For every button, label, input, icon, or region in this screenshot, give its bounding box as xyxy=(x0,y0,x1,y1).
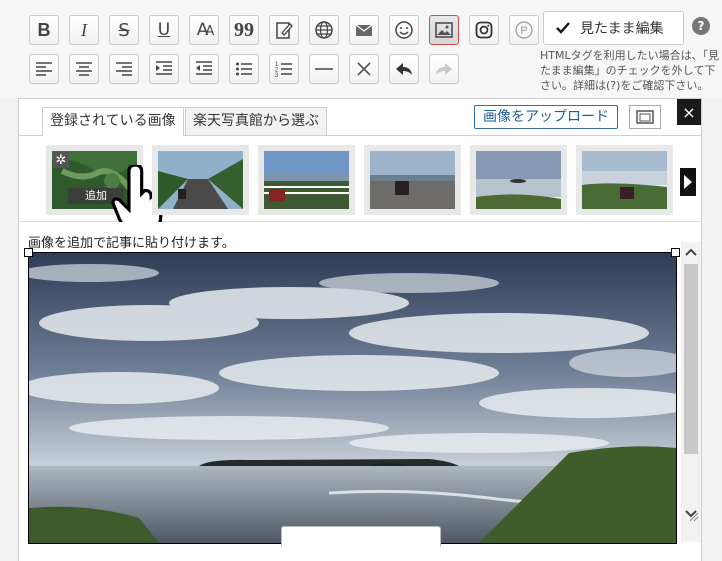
chevron-up-icon xyxy=(685,248,697,256)
link-button[interactable] xyxy=(309,15,339,45)
image-tabs: 登録されている画像 楽天写真館から選ぶ 画像をアップロード × xyxy=(19,99,701,136)
instagram-button[interactable] xyxy=(469,15,499,45)
editor-hint: 画像を追加で記事に貼り付けます。 xyxy=(28,236,235,251)
window-icon xyxy=(636,110,654,124)
editor-toolbar: B I S U AA 99 P 123 見たまま編集 ? HTMLタグを利用したい場合は、「… xyxy=(0,0,722,98)
thumbnail-image xyxy=(476,151,561,209)
align-right-button[interactable] xyxy=(109,54,139,84)
strikethrough-icon: S xyxy=(118,19,130,41)
thumbnail-next-button[interactable] xyxy=(680,168,696,196)
tab-registered-images[interactable]: 登録されている画像 xyxy=(42,107,184,136)
help-icon[interactable]: ? xyxy=(692,17,710,35)
bold-button[interactable]: B xyxy=(29,15,59,45)
photo-cloudy-sea xyxy=(29,253,676,543)
undo-icon xyxy=(394,59,414,79)
wysiwyg-note: HTMLタグを利用したい場合は、「見たまま編集」のチェックを外して下さい。詳細は… xyxy=(540,49,720,92)
thumbnail-image xyxy=(370,151,455,209)
align-center-button[interactable] xyxy=(69,54,99,84)
edit-note-button[interactable] xyxy=(269,15,299,45)
underline-button[interactable]: U xyxy=(149,15,179,45)
align-left-button[interactable] xyxy=(29,54,59,84)
thumbnail-image xyxy=(264,151,349,209)
thumbnail-fence-motorbike[interactable] xyxy=(258,145,355,215)
image-icon xyxy=(434,20,454,40)
resize-handle-top-left[interactable] xyxy=(24,248,33,257)
image-button[interactable] xyxy=(429,15,459,45)
mail-icon xyxy=(354,20,374,40)
inserted-photo[interactable] xyxy=(28,252,677,544)
thumbnail-forest-island[interactable]: ✲ 追加 xyxy=(46,145,163,234)
gear-icon[interactable]: ✲ xyxy=(53,152,69,168)
edit-note-icon xyxy=(274,20,294,40)
wysiwyg-checkbox[interactable] xyxy=(554,19,572,37)
italic-icon: I xyxy=(81,19,87,40)
indent-button[interactable] xyxy=(149,54,179,84)
svg-text:3: 3 xyxy=(275,73,279,79)
thumbnail-parking-motorbike[interactable] xyxy=(364,145,461,215)
clear-format-button[interactable] xyxy=(349,54,379,84)
redo-icon xyxy=(434,59,454,79)
tab-rakuten-photo[interactable]: 楽天写真館から選ぶ xyxy=(185,107,327,135)
checkmark-icon xyxy=(556,22,570,34)
pinterest-button[interactable]: P xyxy=(509,15,539,45)
x-icon xyxy=(354,59,374,79)
bullet-list-icon xyxy=(234,59,254,79)
editor-scrollbar[interactable] xyxy=(681,242,701,542)
numbered-list-button[interactable]: 123 xyxy=(269,54,299,84)
quote-icon: 99 xyxy=(234,18,254,41)
font-size-icon: AA xyxy=(196,20,215,40)
popout-button[interactable] xyxy=(629,105,661,129)
instagram-icon xyxy=(474,20,494,40)
align-left-icon xyxy=(34,59,54,79)
outdent-button[interactable] xyxy=(189,54,219,84)
indent-icon xyxy=(154,59,174,79)
thumbnail-coast-motorbike[interactable] xyxy=(576,145,673,215)
numbered-list-icon: 123 xyxy=(274,59,294,79)
scroll-thumb[interactable] xyxy=(684,264,698,454)
horizontal-rule-button[interactable] xyxy=(309,54,339,84)
emoji-button[interactable] xyxy=(389,15,419,45)
resize-grip-icon[interactable] xyxy=(689,512,699,522)
image-panel: 登録されている画像 楽天写真館から選ぶ 画像をアップロード × ✲ 追加 画像を… xyxy=(18,98,702,561)
font-size-button[interactable]: AA xyxy=(189,15,219,45)
thumbnail-image xyxy=(158,151,243,209)
chevron-right-icon xyxy=(684,175,692,189)
align-right-icon xyxy=(114,59,134,79)
thumbnail-strip: ✲ 追加 xyxy=(19,136,701,234)
mail-button[interactable] xyxy=(349,15,379,45)
close-panel-button[interactable]: × xyxy=(677,99,701,125)
quote-button[interactable]: 99 xyxy=(229,15,259,45)
undo-button[interactable] xyxy=(389,54,419,84)
align-center-icon xyxy=(74,59,94,79)
horizontal-rule-icon xyxy=(314,59,334,79)
bullet-list-button[interactable] xyxy=(229,54,259,84)
redo-button[interactable] xyxy=(429,54,459,84)
outdent-icon xyxy=(194,59,214,79)
upload-image-button[interactable]: 画像をアップロード xyxy=(474,105,618,129)
globe-icon xyxy=(314,20,334,40)
scroll-up-button[interactable] xyxy=(681,242,701,262)
pinterest-icon: P xyxy=(514,20,534,40)
wysiwyg-toggle[interactable]: 見たまま編集 xyxy=(543,11,684,45)
svg-text:P: P xyxy=(520,25,527,37)
strikethrough-button[interactable]: S xyxy=(109,15,139,45)
editor-area[interactable]: 画像を追加で記事に貼り付けます。 xyxy=(19,222,701,561)
bold-icon: B xyxy=(37,19,51,40)
resize-handle-top-right[interactable] xyxy=(671,248,680,257)
italic-button[interactable]: I xyxy=(69,15,99,45)
smiley-icon xyxy=(394,20,414,40)
thumbnail-image xyxy=(582,151,667,209)
thumbnail-road-motorbike[interactable] xyxy=(152,145,249,215)
wysiwyg-label: 見たまま編集 xyxy=(580,21,664,37)
underline-icon: U xyxy=(157,20,171,40)
bottom-action-button[interactable] xyxy=(281,526,441,547)
thumbnail-sea-cliff[interactable] xyxy=(470,145,567,215)
